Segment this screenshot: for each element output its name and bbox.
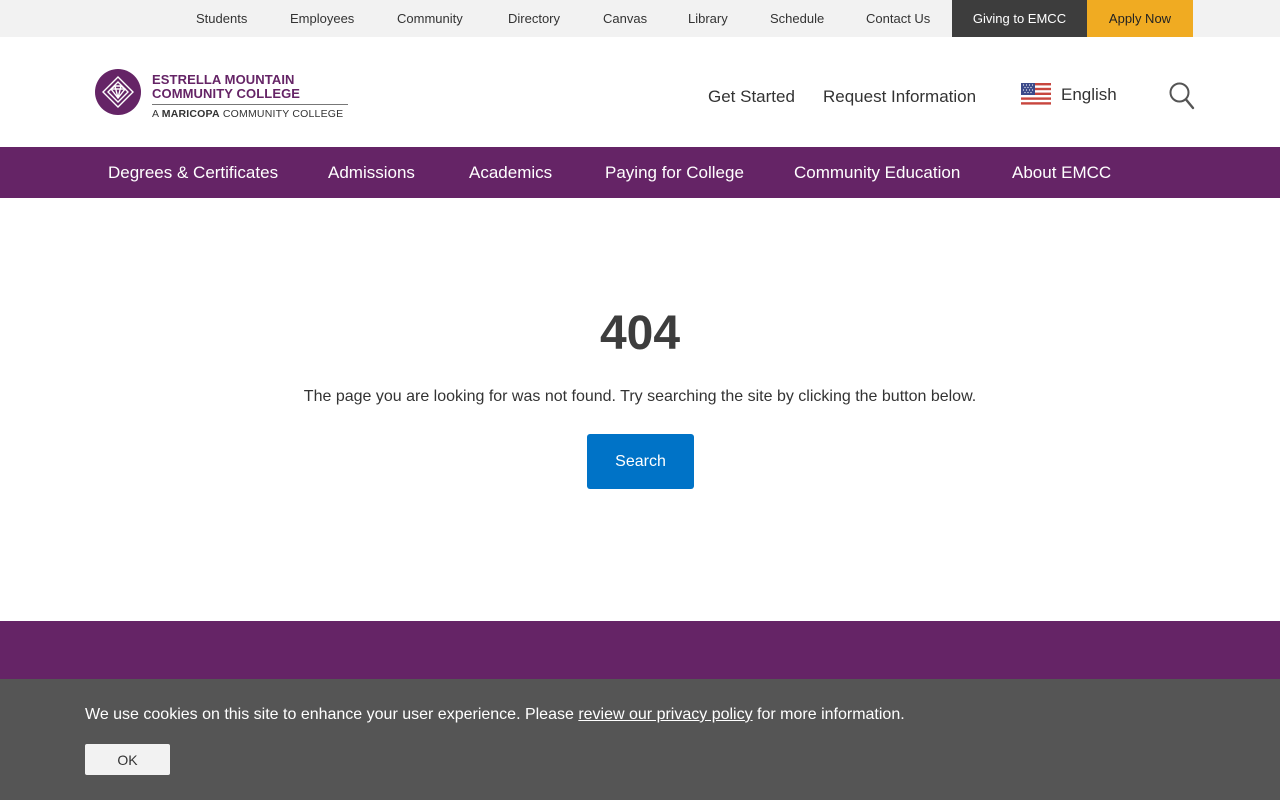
- utility-link-schedule[interactable]: Schedule: [770, 0, 824, 37]
- utility-link-canvas[interactable]: Canvas: [603, 0, 647, 37]
- logo-sub-suffix: COMMUNITY COLLEGE: [222, 108, 344, 120]
- request-information-link[interactable]: Request Information: [823, 87, 976, 107]
- site-header: ESTRELLA MOUNTAIN COMMUNITY COLLEGE A MA…: [0, 37, 1280, 147]
- apply-now-button[interactable]: Apply Now: [1087, 0, 1193, 37]
- nav-admissions[interactable]: Admissions: [328, 147, 415, 198]
- logo-wordmark: ESTRELLA MOUNTAIN COMMUNITY COLLEGE: [152, 73, 300, 101]
- college-logo[interactable]: ESTRELLA MOUNTAIN COMMUNITY COLLEGE A MA…: [95, 68, 355, 120]
- cookie-ok-button[interactable]: OK: [85, 744, 170, 775]
- cookie-banner: We use cookies on this site to enhance y…: [0, 679, 1280, 800]
- main-content: 404 The page you are looking for was not…: [0, 198, 1280, 621]
- cookie-text-after: for more information.: [752, 706, 905, 723]
- nav-about-emcc[interactable]: About EMCC: [1012, 147, 1111, 198]
- logo-subtitle: A MARICOPA COMMUNITY COLLEGE: [152, 108, 343, 120]
- nav-paying-for-college[interactable]: Paying for College: [605, 147, 744, 198]
- nav-community-education[interactable]: Community Education: [794, 147, 960, 198]
- utility-link-students[interactable]: Students: [196, 0, 247, 37]
- giving-button[interactable]: Giving to EMCC: [952, 0, 1087, 37]
- nav-degrees-certificates[interactable]: Degrees & Certificates: [108, 147, 278, 198]
- utility-link-directory[interactable]: Directory: [508, 0, 560, 37]
- utility-link-contact-us[interactable]: Contact Us: [866, 0, 930, 37]
- error-code-heading: 404: [599, 307, 681, 360]
- header-search-button[interactable]: [1168, 81, 1196, 111]
- cookie-text-before: We use cookies on this site to enhance y…: [85, 706, 579, 723]
- us-flag-icon: [1021, 83, 1051, 107]
- logo-line-2: COMMUNITY COLLEGE: [152, 86, 301, 101]
- nav-academics[interactable]: Academics: [469, 147, 552, 198]
- utility-link-employees[interactable]: Employees: [290, 0, 354, 37]
- cookie-message: We use cookies on this site to enhance y…: [85, 706, 905, 724]
- utility-link-library[interactable]: Library: [688, 0, 728, 37]
- logo-emblem-icon: [95, 69, 141, 115]
- utility-bar: Students Employees Community Directory C…: [0, 0, 1280, 37]
- search-icon: [1169, 82, 1195, 110]
- search-button[interactable]: Search: [587, 434, 694, 489]
- utility-link-community[interactable]: Community: [397, 0, 463, 37]
- logo-sub-prefix: A: [152, 108, 159, 120]
- main-navigation: Degrees & Certificates Admissions Academ…: [0, 147, 1280, 198]
- get-started-link[interactable]: Get Started: [708, 87, 795, 107]
- language-label: English: [1061, 85, 1117, 104]
- privacy-policy-link[interactable]: review our privacy policy: [578, 706, 752, 723]
- error-message: The page you are looking for was not fou…: [303, 388, 977, 405]
- logo-sub-bold: MARICOPA: [161, 108, 220, 120]
- logo-line-1: ESTRELLA MOUNTAIN: [152, 72, 295, 87]
- logo-divider: [152, 104, 348, 105]
